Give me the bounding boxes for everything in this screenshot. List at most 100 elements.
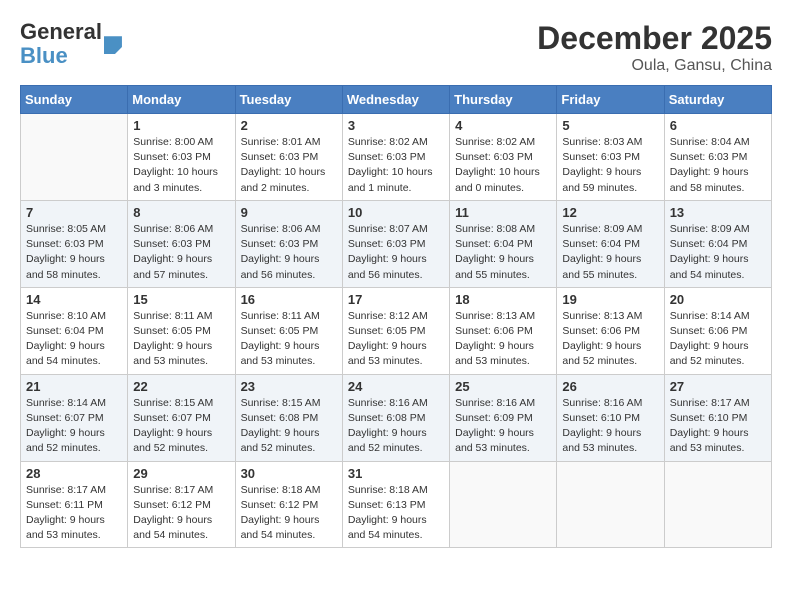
- calendar-cell: 28 Sunrise: 8:17 AMSunset: 6:11 PMDayligh…: [21, 461, 128, 548]
- day-info: Sunrise: 8:02 AMSunset: 6:03 PMDaylight:…: [348, 135, 444, 196]
- calendar-cell: 11Sunrise: 8:08 AMSunset: 6:04 PMDayligh…: [450, 200, 557, 287]
- day-info: Sunrise: 8:17 AMSunset: 6:10 PMDaylight:…: [670, 396, 766, 457]
- calendar-cell: 10 Sunrise: 8:07 AMSunset: 6:03 PMDayligh…: [342, 200, 449, 287]
- day-info: Sunrise: 8:00 AMSunset: 6:03 PMDaylight:…: [133, 135, 229, 196]
- day-number: 28: [26, 466, 122, 481]
- calendar-cell: 15 Sunrise: 8:11 AMSunset: 6:05 PMDayligh…: [128, 287, 235, 374]
- day-number: 4: [455, 118, 551, 133]
- day-number: 7: [26, 205, 122, 220]
- calendar-cell: 30 Sunrise: 8:18 AMSunset: 6:12 PMDayligh…: [235, 461, 342, 548]
- day-info: Sunrise: 8:18 AMSunset: 6:13 PMDaylight:…: [348, 483, 444, 544]
- calendar-cell: 17Sunrise: 8:12 AMSunset: 6:05 PMDayligh…: [342, 287, 449, 374]
- calendar-week-row: 28 Sunrise: 8:17 AMSunset: 6:11 PMDayligh…: [21, 461, 772, 548]
- page-subtitle: Oula, Gansu, China: [537, 57, 772, 75]
- day-info: Sunrise: 8:16 AMSunset: 6:08 PMDaylight:…: [348, 396, 444, 457]
- day-number: 1: [133, 118, 229, 133]
- day-header-saturday: Saturday: [664, 86, 771, 114]
- day-info: Sunrise: 8:17 AMSunset: 6:11 PMDaylight:…: [26, 483, 122, 544]
- calendar-cell: 6 Sunrise: 8:04 AMSunset: 6:03 PMDaylight…: [664, 114, 771, 201]
- calendar-cell: [664, 461, 771, 548]
- calendar-cell: [21, 114, 128, 201]
- day-number: 10: [348, 205, 444, 220]
- calendar-table: SundayMondayTuesdayWednesdayThursdayFrid…: [20, 85, 772, 548]
- calendar-cell: 22Sunrise: 8:15 AMSunset: 6:07 PMDayligh…: [128, 374, 235, 461]
- day-info: Sunrise: 8:17 AMSunset: 6:12 PMDaylight:…: [133, 483, 229, 544]
- day-info: Sunrise: 8:05 AMSunset: 6:03 PMDaylight:…: [26, 222, 122, 283]
- calendar-cell: 13 Sunrise: 8:09 AMSunset: 6:04 PMDayligh…: [664, 200, 771, 287]
- day-number: 27: [670, 379, 766, 394]
- day-info: Sunrise: 8:15 AMSunset: 6:08 PMDaylight:…: [241, 396, 337, 457]
- day-info: Sunrise: 8:07 AMSunset: 6:03 PMDaylight:…: [348, 222, 444, 283]
- day-number: 13: [670, 205, 766, 220]
- logo: General Blue: [20, 20, 122, 68]
- day-info: Sunrise: 8:16 AMSunset: 6:10 PMDaylight:…: [562, 396, 658, 457]
- day-number: 21: [26, 379, 122, 394]
- calendar-cell: 8Sunrise: 8:06 AMSunset: 6:03 PMDaylight…: [128, 200, 235, 287]
- day-number: 6: [670, 118, 766, 133]
- day-info: Sunrise: 8:09 AMSunset: 6:04 PMDaylight:…: [670, 222, 766, 283]
- calendar-cell: 18 Sunrise: 8:13 AMSunset: 6:06 PMDayligh…: [450, 287, 557, 374]
- day-number: 16: [241, 292, 337, 307]
- day-info: Sunrise: 8:01 AMSunset: 6:03 PMDaylight:…: [241, 135, 337, 196]
- logo-text: General Blue: [20, 20, 102, 68]
- calendar-cell: 14Sunrise: 8:10 AMSunset: 6:04 PMDayligh…: [21, 287, 128, 374]
- day-number: 29: [133, 466, 229, 481]
- title-block: December 2025 Oula, Gansu, China: [537, 20, 772, 75]
- day-info: Sunrise: 8:06 AMSunset: 6:03 PMDaylight:…: [241, 222, 337, 283]
- calendar-cell: 4Sunrise: 8:02 AMSunset: 6:03 PMDaylight…: [450, 114, 557, 201]
- day-number: 30: [241, 466, 337, 481]
- calendar-cell: 7 Sunrise: 8:05 AMSunset: 6:03 PMDaylight…: [21, 200, 128, 287]
- day-info: Sunrise: 8:11 AMSunset: 6:05 PMDaylight:…: [241, 309, 337, 370]
- day-info: Sunrise: 8:03 AMSunset: 6:03 PMDaylight:…: [562, 135, 658, 196]
- day-info: Sunrise: 8:13 AMSunset: 6:06 PMDaylight:…: [562, 309, 658, 370]
- page-header: General Blue December 2025 Oula, Gansu, …: [20, 20, 772, 75]
- day-info: Sunrise: 8:11 AMSunset: 6:05 PMDaylight:…: [133, 309, 229, 370]
- day-number: 19: [562, 292, 658, 307]
- day-number: 26: [562, 379, 658, 394]
- day-info: Sunrise: 8:04 AMSunset: 6:03 PMDaylight:…: [670, 135, 766, 196]
- calendar-cell: 21 Sunrise: 8:14 AMSunset: 6:07 PMDayligh…: [21, 374, 128, 461]
- day-number: 9: [241, 205, 337, 220]
- calendar-cell: 26 Sunrise: 8:16 AMSunset: 6:10 PMDayligh…: [557, 374, 664, 461]
- day-header-thursday: Thursday: [450, 86, 557, 114]
- day-info: Sunrise: 8:13 AMSunset: 6:06 PMDaylight:…: [455, 309, 551, 370]
- day-number: 23: [241, 379, 337, 394]
- calendar-cell: 20Sunrise: 8:14 AMSunset: 6:06 PMDayligh…: [664, 287, 771, 374]
- calendar-week-row: 1 Sunrise: 8:00 AMSunset: 6:03 PMDaylight…: [21, 114, 772, 201]
- calendar-cell: 31Sunrise: 8:18 AMSunset: 6:13 PMDayligh…: [342, 461, 449, 548]
- day-number: 18: [455, 292, 551, 307]
- day-number: 8: [133, 205, 229, 220]
- day-header-friday: Friday: [557, 86, 664, 114]
- day-info: Sunrise: 8:18 AMSunset: 6:12 PMDaylight:…: [241, 483, 337, 544]
- day-number: 25: [455, 379, 551, 394]
- day-header-wednesday: Wednesday: [342, 86, 449, 114]
- day-number: 15: [133, 292, 229, 307]
- calendar-week-row: 21 Sunrise: 8:14 AMSunset: 6:07 PMDayligh…: [21, 374, 772, 461]
- calendar-cell: 16 Sunrise: 8:11 AMSunset: 6:05 PMDayligh…: [235, 287, 342, 374]
- day-info: Sunrise: 8:08 AMSunset: 6:04 PMDaylight:…: [455, 222, 551, 283]
- logo-line2: Blue: [20, 44, 102, 68]
- calendar-week-row: 7 Sunrise: 8:05 AMSunset: 6:03 PMDaylight…: [21, 200, 772, 287]
- day-info: Sunrise: 8:12 AMSunset: 6:05 PMDaylight:…: [348, 309, 444, 370]
- day-number: 22: [133, 379, 229, 394]
- day-header-monday: Monday: [128, 86, 235, 114]
- calendar-cell: 12Sunrise: 8:09 AMSunset: 6:04 PMDayligh…: [557, 200, 664, 287]
- page-title: December 2025: [537, 20, 772, 57]
- calendar-week-row: 14Sunrise: 8:10 AMSunset: 6:04 PMDayligh…: [21, 287, 772, 374]
- logo-icon: [104, 36, 122, 54]
- calendar-cell: 19 Sunrise: 8:13 AMSunset: 6:06 PMDayligh…: [557, 287, 664, 374]
- calendar-cell: 27 Sunrise: 8:17 AMSunset: 6:10 PMDayligh…: [664, 374, 771, 461]
- calendar-cell: [557, 461, 664, 548]
- logo-line1: General: [20, 20, 102, 44]
- calendar-header-row: SundayMondayTuesdayWednesdayThursdayFrid…: [21, 86, 772, 114]
- day-number: 20: [670, 292, 766, 307]
- day-info: Sunrise: 8:14 AMSunset: 6:07 PMDaylight:…: [26, 396, 122, 457]
- calendar-cell: 5Sunrise: 8:03 AMSunset: 6:03 PMDaylight…: [557, 114, 664, 201]
- calendar-cell: 23 Sunrise: 8:15 AMSunset: 6:08 PMDayligh…: [235, 374, 342, 461]
- day-info: Sunrise: 8:16 AMSunset: 6:09 PMDaylight:…: [455, 396, 551, 457]
- calendar-cell: 24Sunrise: 8:16 AMSunset: 6:08 PMDayligh…: [342, 374, 449, 461]
- day-number: 14: [26, 292, 122, 307]
- calendar-cell: 9 Sunrise: 8:06 AMSunset: 6:03 PMDaylight…: [235, 200, 342, 287]
- calendar-cell: [450, 461, 557, 548]
- day-header-sunday: Sunday: [21, 86, 128, 114]
